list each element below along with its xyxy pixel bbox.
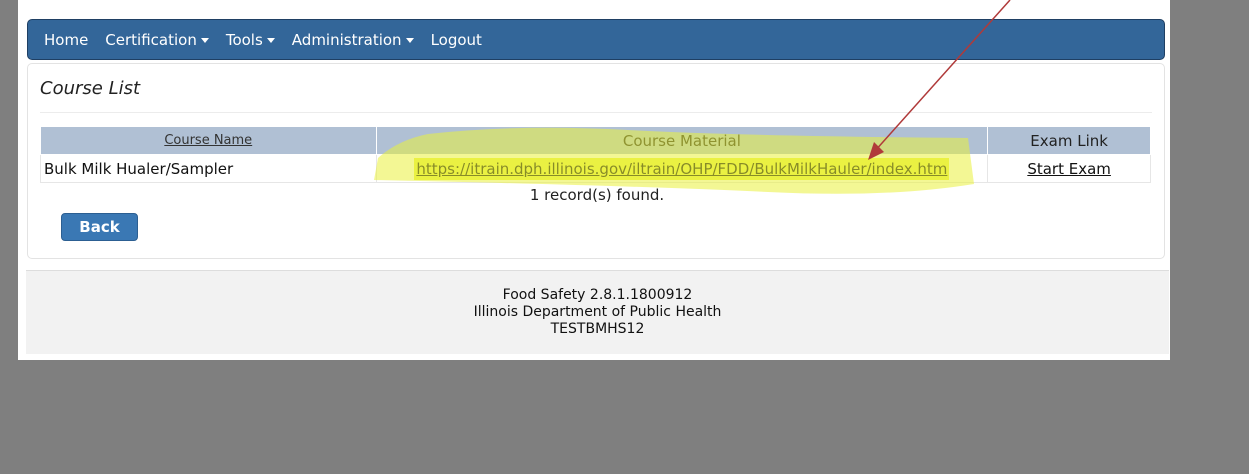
table-row: Bulk Milk Hualer/Sampler https://itrain.… [40, 154, 1151, 183]
header-course-material: Course Material [375, 126, 989, 155]
chevron-down-icon [200, 38, 209, 43]
footer-organization: Illinois Department of Public Health [473, 304, 722, 320]
nav-administration-label: Administration [291, 30, 402, 49]
footer-version: Food Safety 2.8.1.1800912 [502, 287, 693, 303]
nav-certification[interactable]: Certification [105, 31, 209, 49]
nav-tools[interactable]: Tools [226, 31, 275, 49]
header-exam-link: Exam Link [987, 126, 1151, 155]
course-list-panel: Course List Course Name Course Material … [27, 63, 1165, 259]
course-name-cell: Bulk Milk Hualer/Sampler [40, 154, 377, 183]
course-table: Course Name Course Material Exam Link Bu… [40, 126, 1151, 183]
nav-home-label: Home [44, 30, 89, 49]
back-button[interactable]: Back [61, 213, 138, 241]
nav-administration[interactable]: Administration [292, 31, 414, 49]
exam-link-cell: Start Exam [987, 154, 1151, 183]
nav-tools-label: Tools [225, 30, 263, 49]
nav-home[interactable]: Home [44, 31, 88, 49]
nav-certification-label: Certification [105, 30, 197, 49]
table-header-row: Course Name Course Material Exam Link [40, 126, 1151, 155]
nav-logout[interactable]: Logout [431, 31, 482, 49]
sort-course-name-link[interactable]: Course Name [164, 133, 252, 148]
header-course-name: Course Name [40, 126, 377, 155]
record-count: 1 record(s) found. [529, 186, 665, 204]
footer: Food Safety 2.8.1.1800912 Illinois Depar… [26, 270, 1169, 354]
footer-user: TESTBMHS12 [550, 321, 645, 337]
chevron-down-icon [266, 38, 275, 43]
course-material-link[interactable]: https://itrain.dph.illinois.gov/iltrain/… [414, 157, 950, 180]
page: Home Certification Tools Administration … [18, 0, 1170, 360]
nav-logout-label: Logout [430, 30, 482, 49]
chevron-down-icon [405, 38, 414, 43]
course-material-cell: https://itrain.dph.illinois.gov/iltrain/… [375, 154, 989, 183]
start-exam-link[interactable]: Start Exam [1027, 160, 1111, 178]
title-divider [40, 112, 1152, 113]
navbar: Home Certification Tools Administration … [27, 19, 1165, 60]
page-title: Course List [40, 78, 141, 99]
